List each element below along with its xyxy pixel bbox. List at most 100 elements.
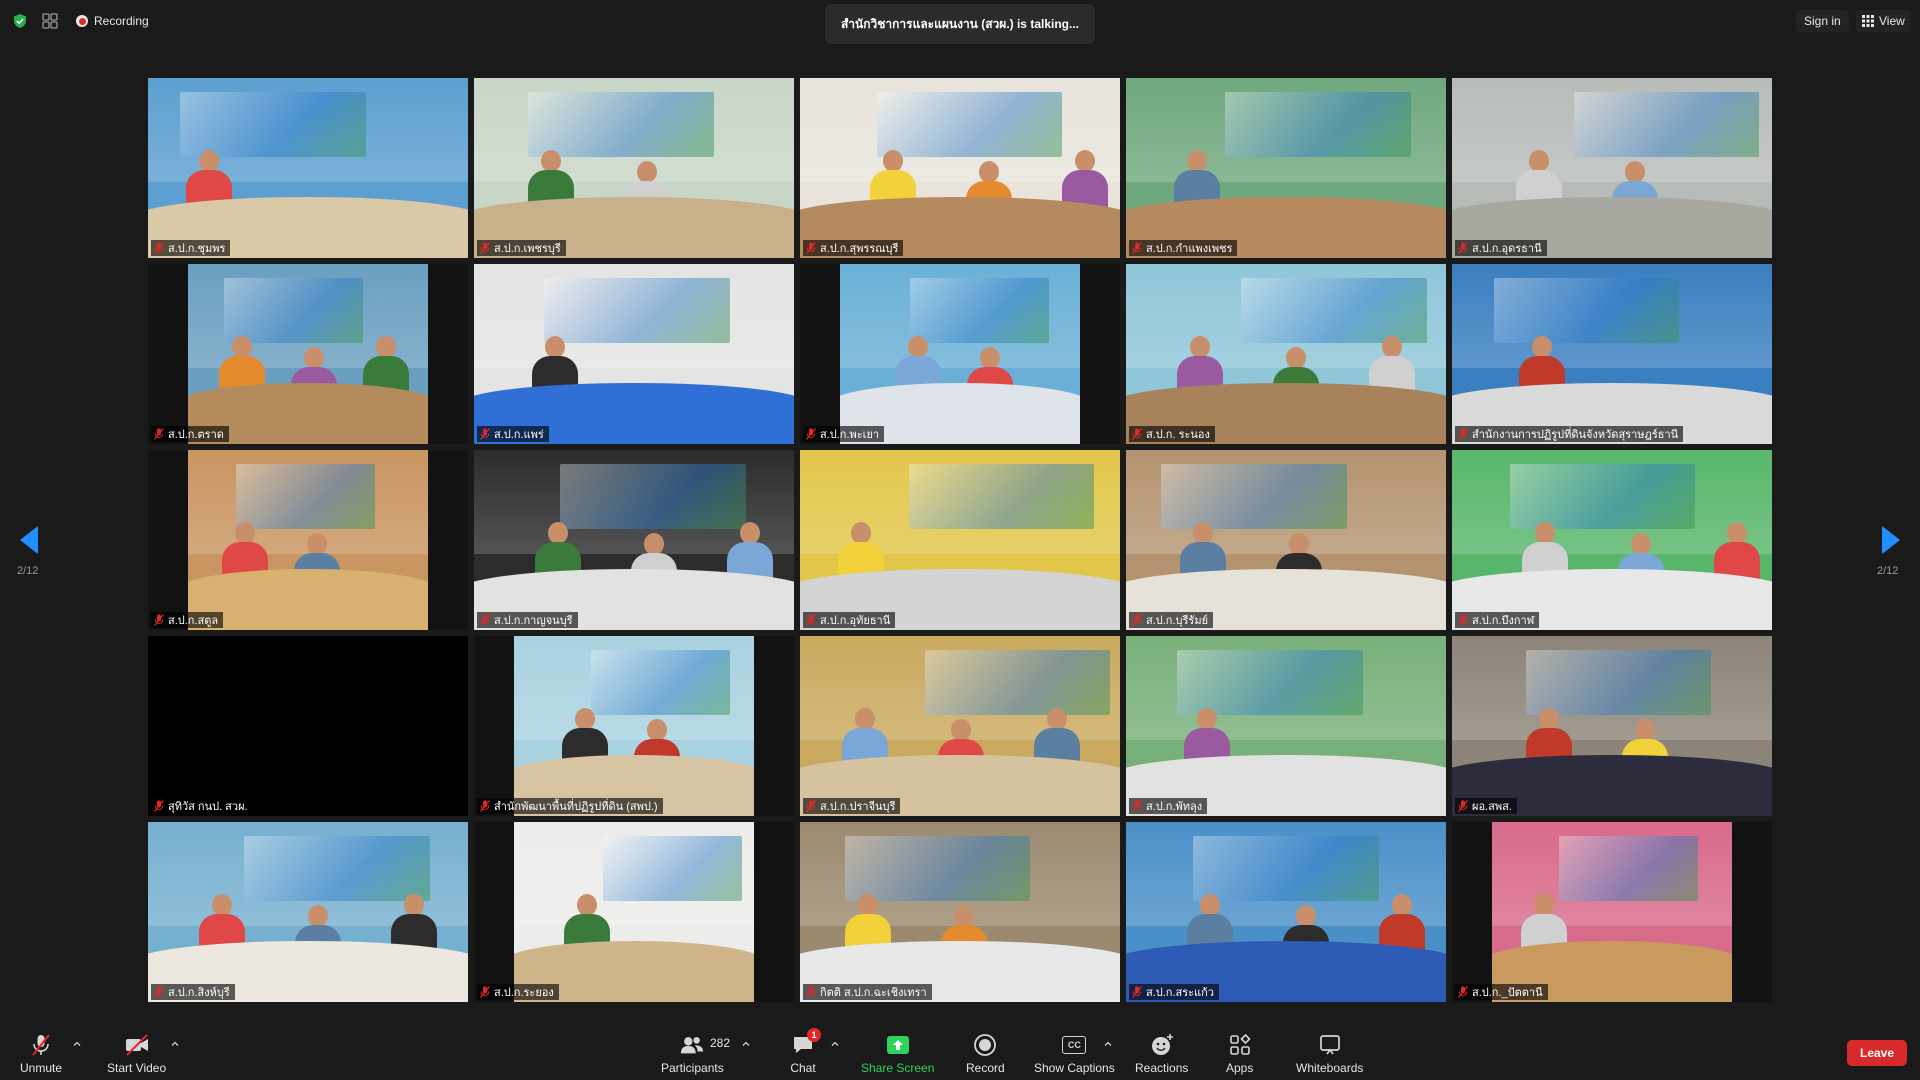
participant-name: ส.ป.ก.สระแก้ว bbox=[1146, 987, 1214, 999]
participant-video-tile[interactable]: ส.ป.ก.พะเยา bbox=[800, 264, 1120, 444]
participant-name-tag: ส.ป.ก.ตราด bbox=[151, 426, 229, 442]
attendee-head bbox=[544, 336, 565, 358]
encryption-shield-icon[interactable] bbox=[12, 13, 28, 29]
leave-button[interactable]: Leave bbox=[1847, 1040, 1907, 1066]
backdrop-poster bbox=[924, 650, 1111, 716]
participant-video-tile[interactable]: ส.ป.ก.กำแพงเพชร bbox=[1126, 78, 1446, 258]
attendee-head bbox=[857, 894, 878, 916]
backdrop-poster bbox=[544, 278, 730, 344]
attendee-head bbox=[739, 522, 760, 544]
next-page-arrow-icon[interactable] bbox=[1876, 520, 1906, 560]
recording-dot-icon bbox=[76, 15, 88, 27]
attendee-head bbox=[637, 160, 658, 183]
participant-name: สำนักพัฒนาพื้นที่ปฏิรูปที่ดิน (สพป.) bbox=[494, 801, 658, 813]
backdrop-poster bbox=[1509, 464, 1696, 530]
muted-mic-icon bbox=[1458, 428, 1468, 440]
participant-video-tile[interactable]: สำนักงานการปฏิรูปที่ดินจังหวัดสุราษฎร์ธา… bbox=[1452, 264, 1772, 444]
participants-label: Participants bbox=[661, 1061, 724, 1075]
meeting-toolbar: Unmute Start Video Participants 282 1 Ch… bbox=[0, 1026, 1920, 1080]
meeting-table bbox=[188, 568, 428, 630]
reactions-button[interactable]: Reactions bbox=[1135, 1032, 1188, 1078]
participant-video-tile[interactable]: ส.ป.ก.ปราจีนบุรี bbox=[800, 636, 1120, 816]
record-button[interactable]: Record bbox=[966, 1032, 1005, 1078]
participant-name: ผอ.สพส. bbox=[1472, 801, 1512, 813]
attendee-head bbox=[1727, 522, 1748, 544]
recording-indicator[interactable]: Recording bbox=[76, 12, 149, 30]
participant-name: ส.ป.ก._ปัตตานี bbox=[1472, 987, 1543, 999]
participant-video-tile[interactable]: ส.ป.ก.สตูล bbox=[148, 450, 468, 630]
participant-video-tile[interactable]: ส.ป.ก.สิงห์บุรี bbox=[148, 822, 468, 1002]
participant-name-tag: ส.ป.ก.กำแพงเพชร bbox=[1129, 240, 1238, 256]
attendee-head bbox=[950, 718, 971, 741]
participant-video-tile[interactable]: ส.ป.ก.สระแก้ว bbox=[1126, 822, 1446, 1002]
participant-name: ส.ป.ก.อุดรธานี bbox=[1472, 243, 1542, 255]
captions-options-caret-icon[interactable] bbox=[1104, 1040, 1112, 1048]
participant-video-tile[interactable]: ผอ.สพส. bbox=[1452, 636, 1772, 816]
sign-in-button[interactable]: Sign in bbox=[1796, 10, 1849, 32]
participant-name-tag: ส.ป.ก. ระนอง bbox=[1129, 426, 1215, 442]
participant-video-tile[interactable]: สุทิวัส กนป. สวผ. bbox=[148, 636, 468, 816]
participant-video-feed bbox=[1452, 450, 1772, 630]
view-button[interactable]: View bbox=[1856, 10, 1911, 32]
chat-button[interactable]: 1 Chat bbox=[790, 1028, 821, 1078]
participant-video-tile[interactable]: ส.ป.ก._ปัตตานี bbox=[1452, 822, 1772, 1002]
backdrop-poster bbox=[224, 278, 364, 344]
chat-options-caret-icon[interactable] bbox=[831, 1040, 839, 1048]
audio-options-caret-icon[interactable] bbox=[73, 1040, 81, 1048]
backdrop-poster bbox=[1493, 278, 1680, 344]
show-captions-label: Show Captions bbox=[1034, 1061, 1115, 1075]
unmute-label: Unmute bbox=[20, 1061, 63, 1075]
muted-mic-icon bbox=[154, 614, 164, 626]
participant-name: ส.ป.ก.พะเยา bbox=[820, 429, 880, 441]
attendee-head bbox=[1075, 150, 1096, 172]
participant-video-tile[interactable]: กิตติ ส.ป.ก.ฉะเชิงเทรา bbox=[800, 822, 1120, 1002]
attendee-head bbox=[1196, 708, 1217, 730]
participant-video-tile[interactable]: ส.ป.ก.แพร่ bbox=[474, 264, 794, 444]
video-options-caret-icon[interactable] bbox=[171, 1040, 179, 1048]
unmute-button[interactable]: Unmute bbox=[20, 1032, 62, 1078]
participant-video-tile[interactable]: ส.ป.ก.อุทัยธานี bbox=[800, 450, 1120, 630]
previous-page-arrow-icon[interactable] bbox=[14, 520, 44, 560]
participant-name: ส.ป.ก.บุรีรัมย์ bbox=[1146, 615, 1209, 627]
participant-video-tile[interactable]: ส.ป.ก.ชุมพร bbox=[148, 78, 468, 258]
participant-name-tag: ส.ป.ก.กาญจนบุรี bbox=[477, 612, 578, 628]
meeting-info-grid-icon[interactable] bbox=[42, 13, 58, 29]
participant-name-tag: ส.ป.ก.แพร่ bbox=[477, 426, 549, 442]
backdrop-poster bbox=[1161, 464, 1347, 530]
attendee-head bbox=[1190, 336, 1211, 358]
participant-video-tile[interactable]: ส.ป.ก.อุดรธานี bbox=[1452, 78, 1772, 258]
muted-mic-icon bbox=[806, 614, 816, 626]
participant-video-tile[interactable]: ส.ป.ก.เพชรบุรี bbox=[474, 78, 794, 258]
participant-video-tile[interactable]: สำนักพัฒนาพื้นที่ปฏิรูปที่ดิน (สพป.) bbox=[474, 636, 794, 816]
video-off-icon bbox=[125, 1034, 148, 1056]
muted-mic-icon bbox=[806, 800, 816, 812]
participant-name-tag: ส.ป.ก.สตูล bbox=[151, 612, 224, 628]
attendee-head bbox=[1631, 532, 1652, 555]
attendee-head bbox=[1532, 336, 1553, 358]
attendee-head bbox=[1391, 894, 1412, 916]
reactions-smiley-icon bbox=[1151, 1034, 1173, 1055]
participant-video-tile[interactable]: ส.ป.ก.ตราด bbox=[148, 264, 468, 444]
participant-video-tile[interactable]: ส.ป.ก.พัทลุง bbox=[1126, 636, 1446, 816]
participant-name-tag: ส.ป.ก.พะเยา bbox=[803, 426, 885, 442]
participant-video-feed bbox=[800, 78, 1120, 258]
participant-video-tile[interactable]: ส.ป.ก.บึงกาฬ bbox=[1452, 450, 1772, 630]
show-captions-button[interactable]: CC Show Captions bbox=[1034, 1032, 1115, 1078]
participant-name-tag: ส.ป.ก.สระแก้ว bbox=[1129, 984, 1219, 1000]
attendee-head bbox=[1046, 708, 1067, 730]
participant-video-tile[interactable]: ส.ป.ก. ระนอง bbox=[1126, 264, 1446, 444]
apps-button[interactable]: Apps bbox=[1226, 1032, 1253, 1078]
participants-options-caret-icon[interactable] bbox=[742, 1040, 750, 1048]
share-screen-button[interactable]: Share Screen bbox=[861, 1032, 934, 1078]
participant-video-tile[interactable]: ส.ป.ก.บุรีรัมย์ bbox=[1126, 450, 1446, 630]
participant-name-tag: ส.ป.ก.สิงห์บุรี bbox=[151, 984, 235, 1000]
participant-video-tile[interactable]: ส.ป.ก.กาญจนบุรี bbox=[474, 450, 794, 630]
whiteboards-button[interactable]: Whiteboards bbox=[1296, 1032, 1363, 1078]
participant-video-tile[interactable]: ส.ป.ก.สุพรรณบุรี bbox=[800, 78, 1120, 258]
participant-name: ส.ป.ก.ปราจีนบุรี bbox=[820, 801, 896, 813]
participant-video-feed bbox=[800, 822, 1120, 1002]
share-screen-label: Share Screen bbox=[861, 1061, 935, 1075]
start-video-button[interactable]: Start Video bbox=[107, 1032, 166, 1078]
attendee-head bbox=[232, 336, 253, 358]
participant-video-tile[interactable]: ส.ป.ก.ระยอง bbox=[474, 822, 794, 1002]
